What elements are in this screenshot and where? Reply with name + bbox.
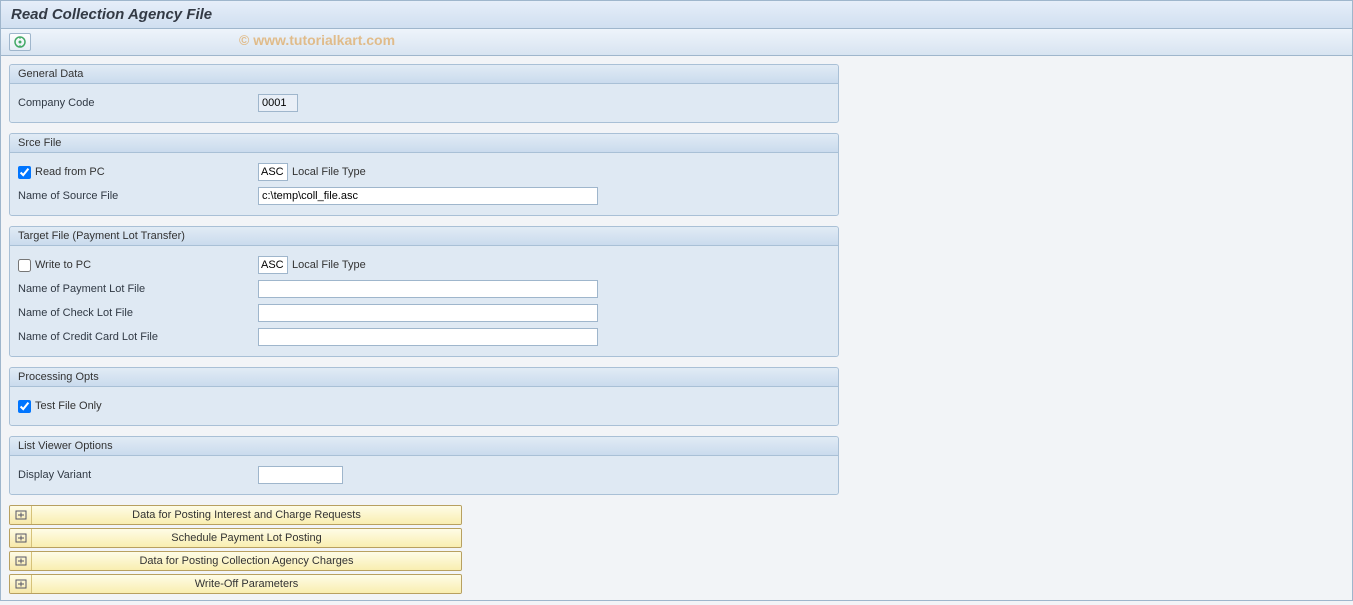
expand-bar-collection-charges[interactable]: Data for Posting Collection Agency Charg…: [9, 551, 462, 571]
group-header-proc: Processing Opts: [10, 368, 838, 387]
credit-lot-file-input[interactable]: [258, 328, 598, 346]
group-header-general: General Data: [10, 65, 838, 84]
group-general-data: General Data Company Code: [9, 64, 839, 123]
watermark: © www.tutorialkart.com: [239, 32, 395, 48]
expand-icon: [15, 579, 27, 589]
expand-icon: [15, 556, 27, 566]
execute-icon: [14, 36, 26, 48]
display-variant-label: Display Variant: [18, 469, 258, 481]
expand-icon: [15, 533, 27, 543]
company-code-input[interactable]: [258, 94, 298, 112]
source-file-name-input[interactable]: [258, 187, 598, 205]
write-to-pc-label: Write to PC: [35, 259, 91, 271]
group-header-list: List Viewer Options: [10, 437, 838, 456]
expand-label: Data for Posting Collection Agency Charg…: [32, 552, 461, 570]
group-header-target: Target File (Payment Lot Transfer): [10, 227, 838, 246]
tgt-file-type-code-input[interactable]: [258, 256, 288, 274]
source-file-name-label: Name of Source File: [18, 190, 258, 202]
read-from-pc-label: Read from PC: [35, 166, 105, 178]
content-area: General Data Company Code Srce File Read…: [1, 56, 1352, 605]
expand-bar-interest-charge[interactable]: Data for Posting Interest and Charge Req…: [9, 505, 462, 525]
expand-icon: [15, 510, 27, 520]
execute-button[interactable]: [9, 33, 31, 51]
tgt-file-type-label: Local File Type: [292, 259, 366, 271]
check-lot-file-input[interactable]: [258, 304, 598, 322]
expand-label: Schedule Payment Lot Posting: [32, 529, 461, 547]
payment-lot-file-input[interactable]: [258, 280, 598, 298]
expand-label: Data for Posting Interest and Charge Req…: [32, 506, 461, 524]
payment-lot-file-label: Name of Payment Lot File: [18, 283, 258, 295]
write-to-pc-checkbox[interactable]: [18, 259, 31, 272]
toolbar: © www.tutorialkart.com: [1, 29, 1352, 56]
src-file-type-code-input[interactable]: [258, 163, 288, 181]
page-title: Read Collection Agency File: [11, 6, 1342, 23]
credit-lot-file-label: Name of Credit Card Lot File: [18, 331, 258, 343]
src-file-type-label: Local File Type: [292, 166, 366, 178]
group-list-viewer: List Viewer Options Display Variant: [9, 436, 839, 495]
test-file-only-label: Test File Only: [35, 400, 102, 412]
expand-label: Write-Off Parameters: [32, 575, 461, 593]
group-source-file: Srce File Read from PC Local File Type N…: [9, 133, 839, 216]
group-header-srce: Srce File: [10, 134, 838, 153]
expand-bar-schedule-payment[interactable]: Schedule Payment Lot Posting: [9, 528, 462, 548]
title-bar: Read Collection Agency File: [1, 1, 1352, 29]
test-file-only-checkbox[interactable]: [18, 400, 31, 413]
read-from-pc-checkbox[interactable]: [18, 166, 31, 179]
display-variant-input[interactable]: [258, 466, 343, 484]
check-lot-file-label: Name of Check Lot File: [18, 307, 258, 319]
expand-bar-write-off[interactable]: Write-Off Parameters: [9, 574, 462, 594]
group-processing-opts: Processing Opts Test File Only: [9, 367, 839, 426]
company-code-label: Company Code: [18, 97, 258, 109]
group-target-file: Target File (Payment Lot Transfer) Write…: [9, 226, 839, 357]
